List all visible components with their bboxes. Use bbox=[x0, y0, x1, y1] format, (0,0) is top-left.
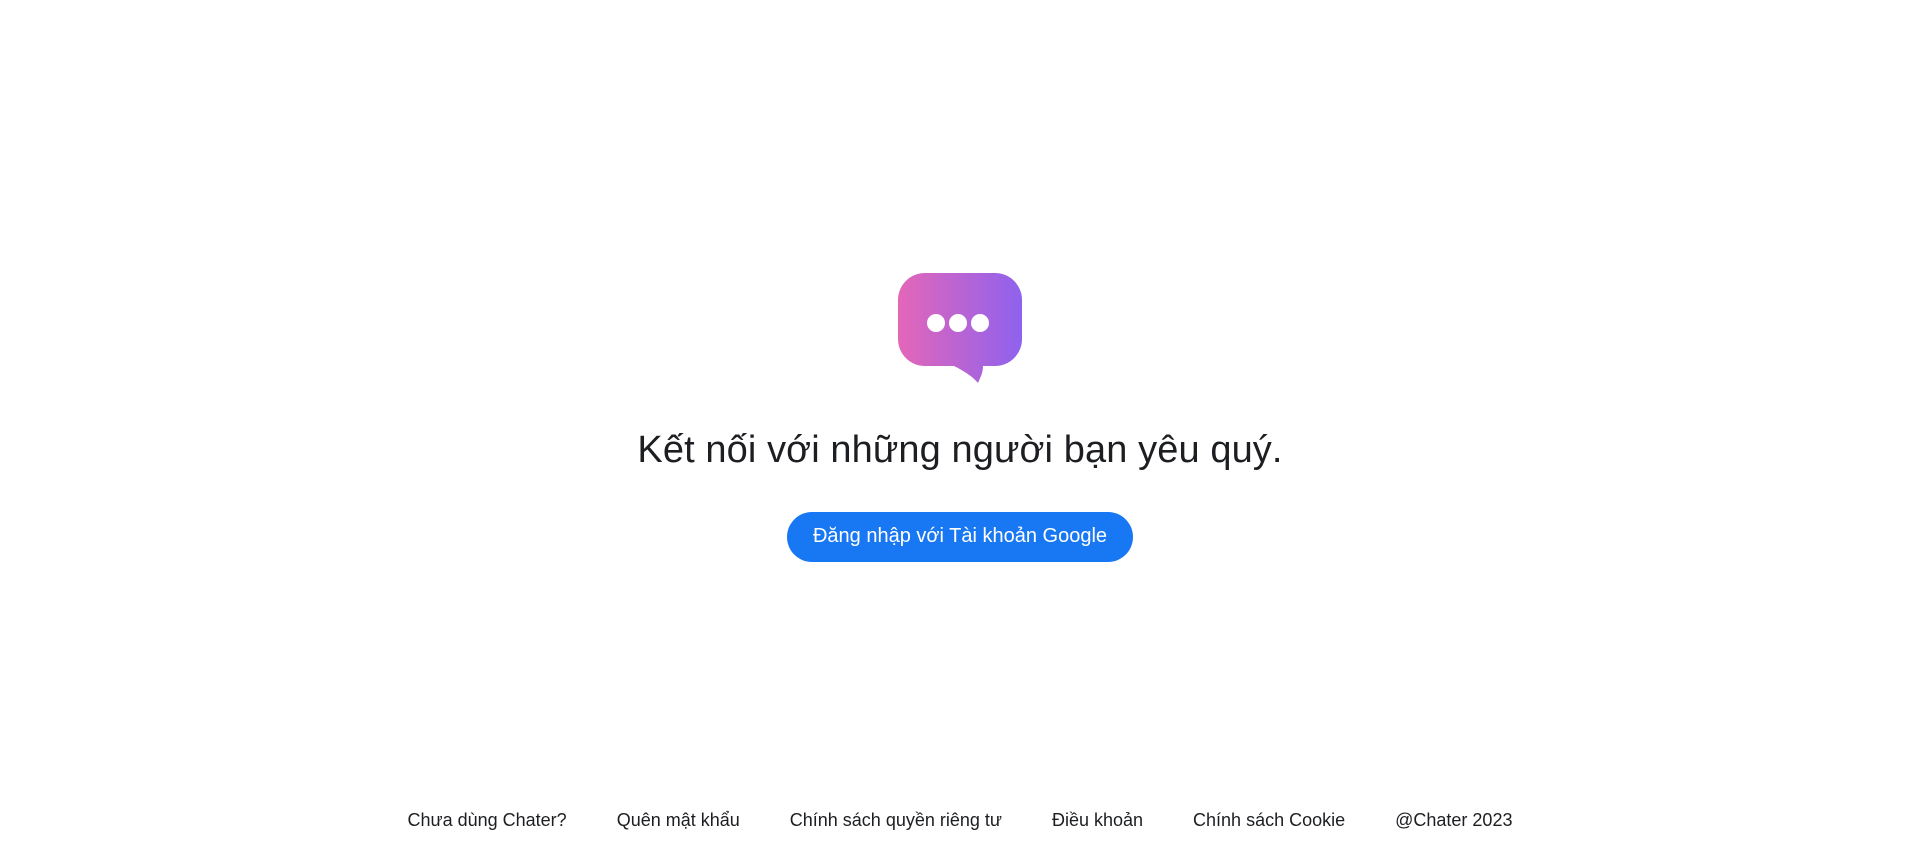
footer-copyright: @Chater 2023 bbox=[1395, 810, 1513, 830]
chat-bubble-icon bbox=[898, 273, 1022, 383]
tagline: Kết nối với những người bạn yêu quý. bbox=[637, 429, 1283, 471]
footer-link-cookie-policy[interactable]: Chính sách Cookie bbox=[1193, 810, 1345, 831]
footer-link-signup[interactable]: Chưa dùng Chater? bbox=[408, 810, 567, 831]
footer-link-terms[interactable]: Điều khoản bbox=[1052, 810, 1143, 831]
footer-link-forgot-password[interactable]: Quên mật khẩu bbox=[617, 810, 740, 831]
footer: Chưa dùng Chater? Quên mật khẩu Chính sá… bbox=[0, 810, 1920, 831]
login-hero: Kết nối với những người bạn yêu quý. Đăn… bbox=[0, 272, 1920, 562]
google-login-button[interactable]: Đăng nhập với Tài khoản Google bbox=[786, 511, 1134, 562]
footer-link-privacy-policy[interactable]: Chính sách quyền riêng tư bbox=[790, 810, 1002, 831]
